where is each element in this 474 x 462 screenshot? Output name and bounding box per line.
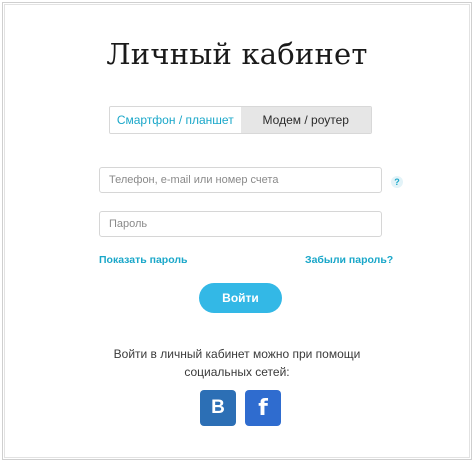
help-icon[interactable]: ?	[391, 176, 403, 188]
login-panel: Личный кабинет Смартфон / планшет Модем …	[2, 2, 472, 460]
login-field[interactable]	[99, 167, 382, 193]
facebook-icon: f	[258, 395, 268, 421]
show-password-link[interactable]: Показать пароль	[99, 254, 188, 266]
password-field[interactable]	[99, 211, 382, 237]
social-login-text: Войти в личный кабинет можно при помощи …	[3, 345, 471, 381]
tab-smartphone[interactable]: Смартфон / планшет	[110, 107, 241, 133]
facebook-button[interactable]: f	[245, 390, 281, 426]
social-text-line1: Войти в личный кабинет можно при помощи	[113, 347, 361, 361]
forgot-password-link[interactable]: Забыли пароль?	[305, 254, 393, 266]
social-text-line2: социальных сетей:	[184, 365, 290, 379]
login-input[interactable]	[100, 168, 381, 192]
device-tabs: Смартфон / планшет Модем / роутер	[109, 106, 372, 134]
password-input[interactable]	[100, 212, 381, 236]
login-button[interactable]: Войти	[199, 283, 282, 313]
vk-button[interactable]: В	[200, 390, 236, 426]
tab-modem[interactable]: Модем / роутер	[240, 107, 371, 133]
page-title: Личный кабинет	[106, 37, 368, 71]
vk-icon: В	[211, 397, 225, 418]
